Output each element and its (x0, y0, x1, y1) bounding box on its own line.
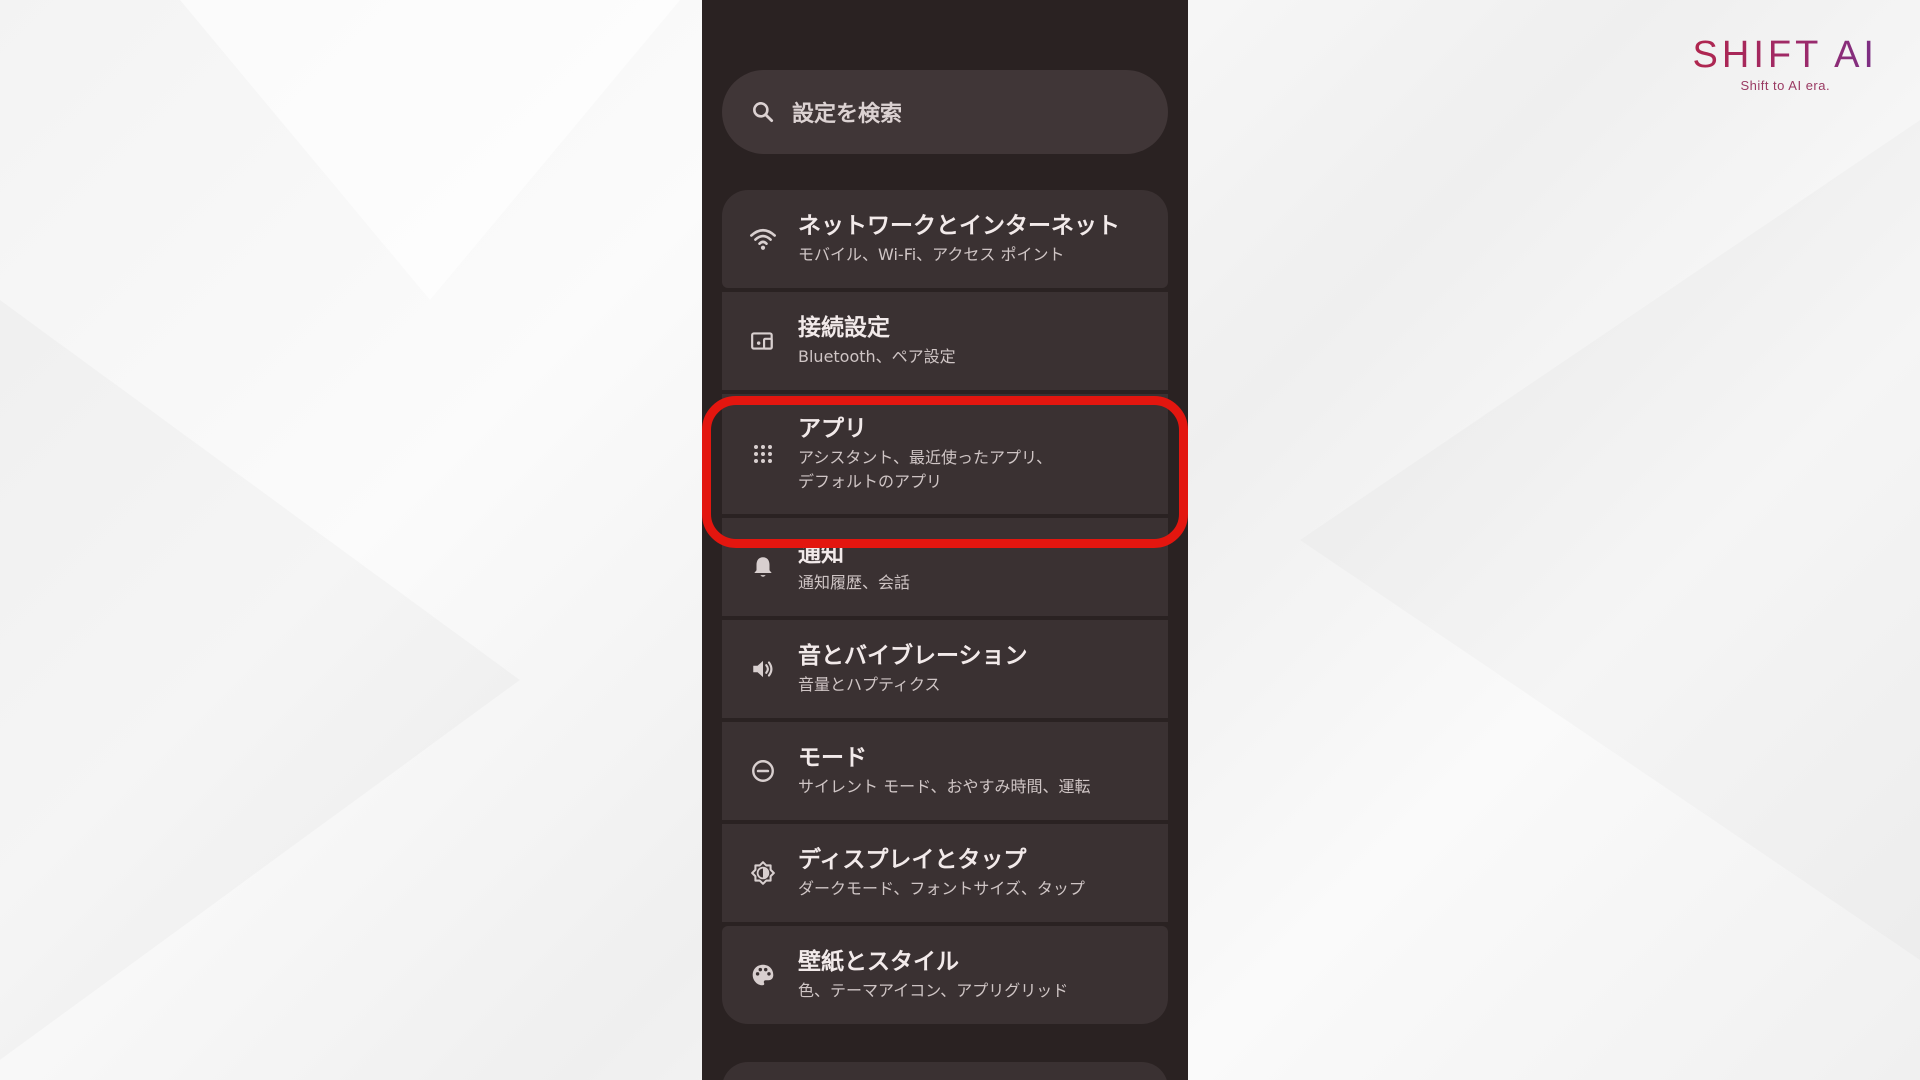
settings-search-bar[interactable]: 設定を検索 (722, 70, 1168, 154)
settings-item-network[interactable]: ネットワークとインターネット モバイル、Wi-Fi、アクセス ポイント (722, 190, 1168, 288)
settings-item-title: 音とバイブレーション (798, 643, 1028, 669)
apps-grid-icon (748, 439, 778, 469)
settings-item-title: 通知 (798, 541, 844, 567)
settings-item-subtitle: モバイル、Wi-Fi、アクセス ポイント (798, 245, 1065, 264)
settings-item-connected-devices[interactable]: 接続設定 Bluetooth、ペア設定 (722, 292, 1168, 390)
brightness-icon (748, 858, 778, 888)
settings-item-next-partial[interactable] (722, 1062, 1168, 1080)
settings-list: ネットワークとインターネット モバイル、Wi-Fi、アクセス ポイント 接続設定… (722, 190, 1168, 1028)
settings-item-subtitle: アシスタント、最近使ったアプリ、 デフォルトのアプリ (798, 448, 1053, 491)
background-shape (180, 0, 680, 300)
settings-item-subtitle: 通知履歴、会話 (798, 573, 911, 592)
search-icon (750, 99, 776, 125)
settings-item-subtitle: サイレント モード、おやすみ時間、運転 (798, 777, 1091, 796)
settings-item-subtitle: ダークモード、フォントサイズ、タップ (798, 879, 1085, 898)
brand-name: SHIFT AI (1692, 34, 1878, 76)
brand-logo: SHIFT AI Shift to AI era. (1693, 36, 1878, 93)
search-placeholder: 設定を検索 (792, 102, 903, 127)
settings-item-subtitle: Bluetooth、ペア設定 (798, 347, 956, 366)
settings-item-apps[interactable]: アプリ アシスタント、最近使ったアプリ、 デフォルトのアプリ (722, 394, 1168, 514)
background-shape (0, 300, 520, 1060)
volume-icon (748, 654, 778, 684)
settings-item-display[interactable]: ディスプレイとタップ ダークモード、フォントサイズ、タップ (722, 824, 1168, 922)
settings-item-title: アプリ (798, 416, 867, 442)
settings-item-subtitle: 色、テーマアイコン、アプリグリッド (798, 981, 1069, 1000)
bell-icon (748, 552, 778, 582)
palette-icon (748, 960, 778, 990)
settings-item-wallpaper[interactable]: 壁紙とスタイル 色、テーマアイコン、アプリグリッド (722, 926, 1168, 1024)
settings-screen: 設定を検索 ネットワークとインターネット モバイル、Wi-Fi、アクセス ポイン… (702, 0, 1188, 1080)
wifi-icon (748, 224, 778, 254)
connected-devices-icon (748, 326, 778, 356)
do-not-disturb-icon (748, 756, 778, 786)
settings-item-title: モード (798, 745, 867, 771)
brand-tagline: Shift to AI era. (1740, 78, 1831, 93)
settings-item-title: 接続設定 (798, 315, 890, 341)
settings-item-notifications[interactable]: 通知 通知履歴、会話 (722, 518, 1168, 616)
settings-item-subtitle: 音量とハプティクス (798, 675, 941, 694)
settings-item-title: ディスプレイとタップ (798, 847, 1027, 873)
settings-item-title: 壁紙とスタイル (798, 949, 959, 975)
settings-item-sound[interactable]: 音とバイブレーション 音量とハプティクス (722, 620, 1168, 718)
settings-item-title: ネットワークとインターネット (798, 213, 1120, 239)
background-shape (1300, 120, 1920, 960)
settings-item-modes[interactable]: モード サイレント モード、おやすみ時間、運転 (722, 722, 1168, 820)
